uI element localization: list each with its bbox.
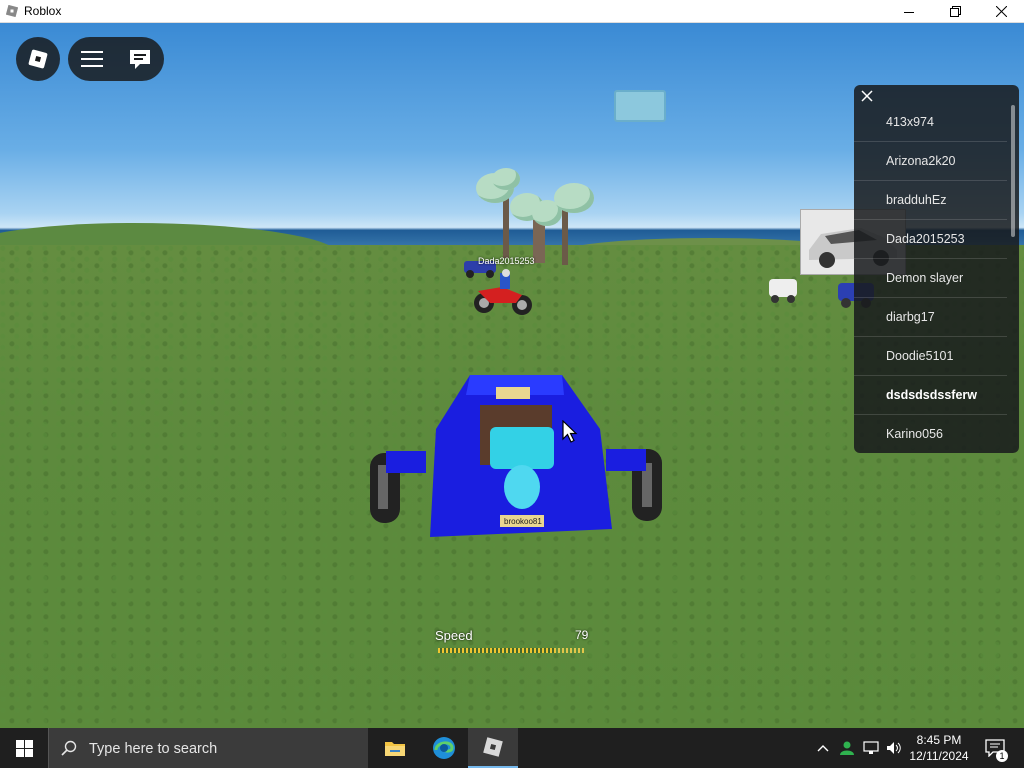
taskbar-search[interactable]	[48, 728, 368, 768]
tree-cluster	[470, 168, 600, 268]
window-titlebar: Roblox	[0, 0, 1024, 23]
person-status-icon	[840, 741, 854, 755]
menu-chat-pill	[68, 37, 164, 81]
roblox-logo-icon	[28, 49, 48, 69]
floating-sign	[614, 90, 666, 122]
folder-icon	[385, 742, 405, 756]
player-nametag: Dada2015253	[478, 256, 535, 266]
roblox-taskbar-icon	[483, 737, 503, 757]
restore-icon	[949, 6, 961, 17]
player-list-item[interactable]: Karino056	[854, 415, 1007, 453]
roblox-menu-button[interactable]	[16, 37, 60, 81]
windows-logo-icon	[15, 739, 33, 757]
notification-badge: 1	[996, 750, 1008, 762]
speed-bar	[438, 648, 586, 653]
chevron-up-icon	[817, 745, 829, 752]
red-motorcycle	[474, 269, 532, 315]
window-title: Roblox	[24, 4, 62, 18]
taskbar-roblox[interactable]	[468, 728, 518, 768]
player-list-item[interactable]: Demon slayer	[854, 259, 1007, 298]
speed-bar-fill	[438, 648, 555, 653]
speed-label: Speed	[435, 628, 473, 643]
clock-time: 8:45 PM	[916, 733, 962, 747]
player-list-scrollbar[interactable]	[1011, 105, 1015, 237]
close-player-list-icon[interactable]	[860, 89, 874, 103]
search-input[interactable]	[87, 736, 361, 762]
player-list-items: 413x974 Arizona2k20 bradduhEz Dada201525…	[854, 103, 1007, 453]
volume-button[interactable]	[883, 728, 905, 768]
edge-browser-icon	[433, 737, 455, 759]
close-icon	[995, 6, 1007, 17]
taskbar-clock[interactable]: 8:45 PM 12/11/2024	[903, 732, 975, 764]
action-center-button[interactable]: 1	[980, 728, 1010, 768]
volume-icon	[887, 742, 901, 754]
player-list: 413x974 Arizona2k20 bradduhEz Dada201525…	[854, 85, 1019, 453]
player-list-item[interactable]: diarbg17	[854, 298, 1007, 337]
tray-app[interactable]	[836, 728, 858, 768]
player-list-item[interactable]: Doodie5101	[854, 337, 1007, 376]
license-plate: brookoo81	[504, 517, 542, 526]
game-viewport[interactable]: Dada2015253 brookoo81 413x974 Arizona2k2…	[0, 23, 1024, 728]
taskbar-file-explorer[interactable]	[370, 728, 420, 768]
player-list-item[interactable]: bradduhEz	[854, 181, 1007, 220]
minimize-button[interactable]	[886, 0, 932, 23]
white-vehicle	[769, 279, 797, 303]
network-icon	[863, 741, 879, 754]
hamburger-menu-icon[interactable]	[80, 50, 103, 68]
player-list-item-local[interactable]: dsdsdsdssferw	[854, 376, 1007, 415]
chat-icon[interactable]	[128, 48, 152, 70]
roblox-app-icon	[6, 5, 18, 17]
start-button[interactable]	[0, 728, 48, 768]
clock-date: 12/11/2024	[909, 749, 969, 763]
network-button[interactable]	[860, 728, 882, 768]
speed-value: 79	[575, 628, 589, 642]
show-hidden-icons-button[interactable]	[812, 728, 834, 768]
search-icon	[61, 740, 77, 756]
player-list-item[interactable]: Dada2015253	[854, 220, 1007, 259]
close-window-button[interactable]	[978, 0, 1024, 23]
restore-button[interactable]	[932, 0, 978, 23]
minimize-icon	[904, 11, 914, 13]
player-list-item[interactable]: 413x974	[854, 103, 1007, 142]
mouse-cursor-icon	[562, 420, 578, 443]
taskbar: 8:45 PM 12/11/2024 1	[0, 728, 1024, 768]
taskbar-edge[interactable]	[419, 728, 469, 768]
player-list-item[interactable]: Arizona2k20	[854, 142, 1007, 181]
